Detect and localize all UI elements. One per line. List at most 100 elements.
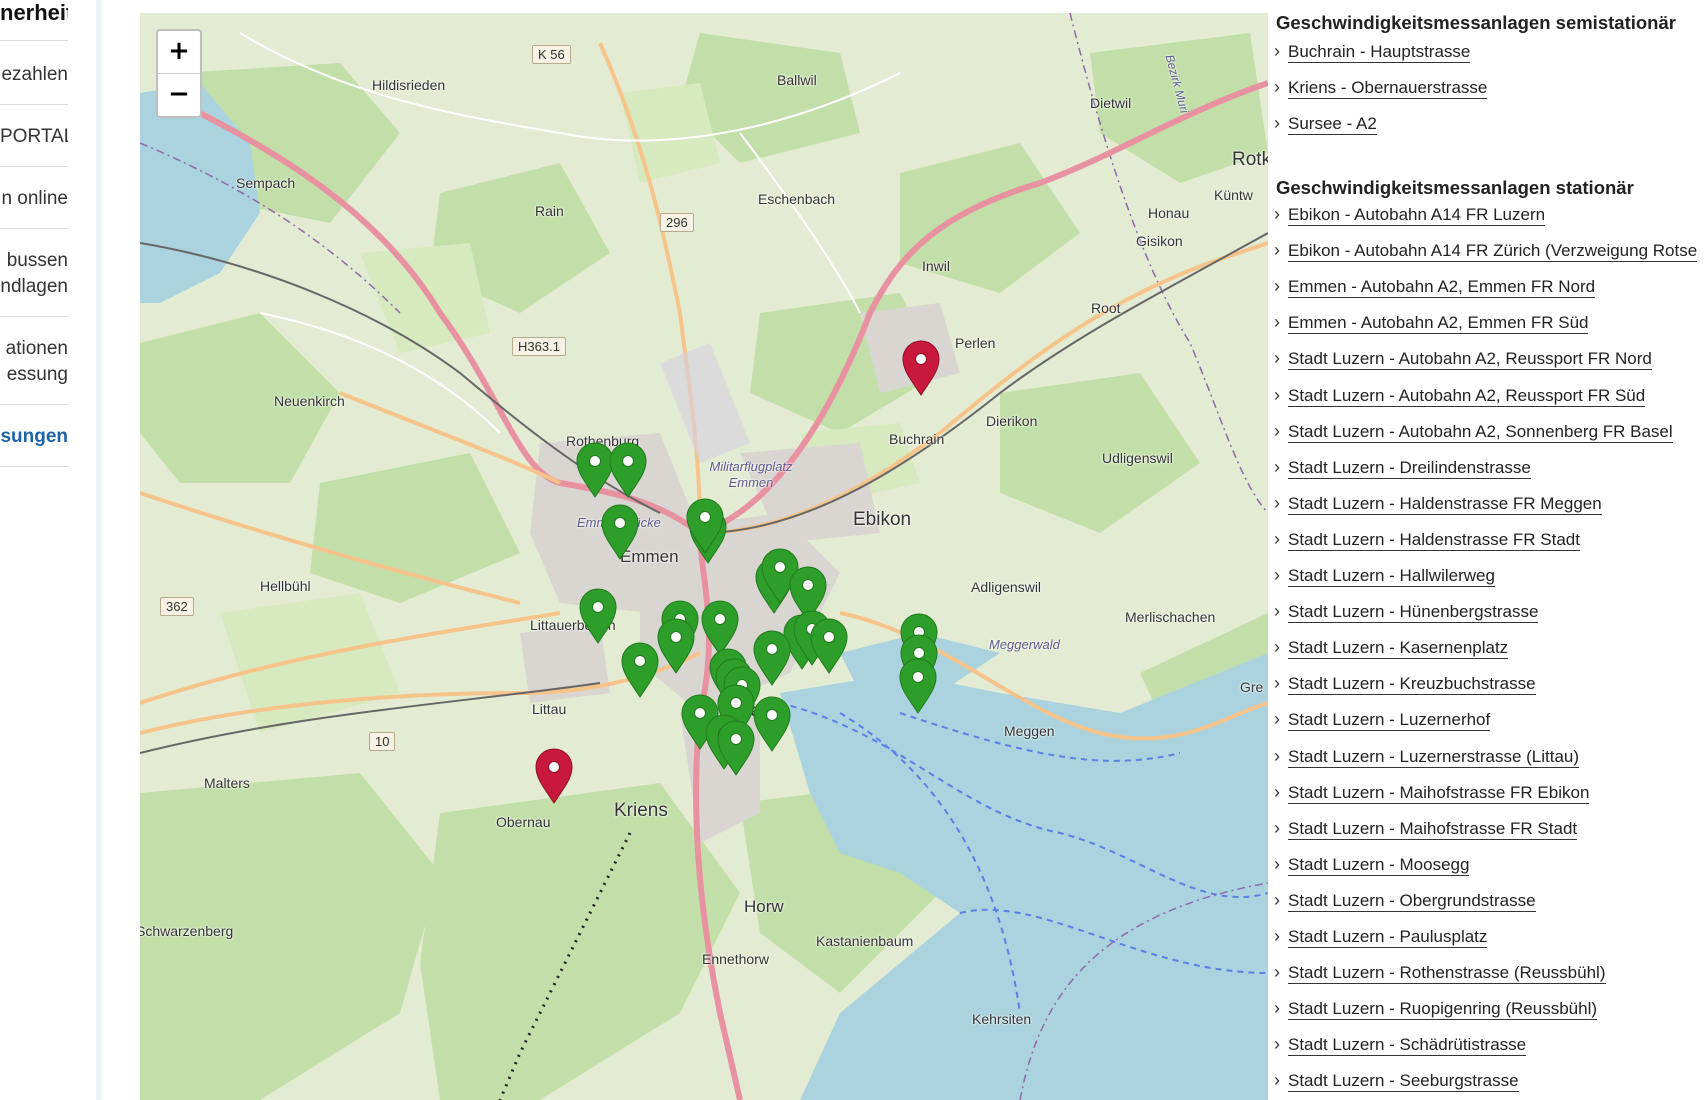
location-link[interactable]: Stadt Luzern - Luzernerhof: [1288, 710, 1491, 732]
place-label: Kastanienbaum: [816, 933, 914, 949]
place-label: Buchrain: [889, 431, 945, 447]
chevron-right-icon: ›: [1274, 926, 1280, 946]
nav-item-bussen[interactable]: bussen ndlagen: [0, 248, 68, 300]
list-item[interactable]: › Stadt Luzern - Maihofstrasse FR Ebikon: [1274, 781, 1590, 804]
chevron-right-icon: ›: [1274, 348, 1280, 369]
location-link[interactable]: Stadt Luzern - Haldenstrasse FR Stadt: [1288, 529, 1580, 551]
location-link[interactable]: Stadt Luzern - Ruopigenring (Reussbühl): [1288, 999, 1598, 1021]
location-link[interactable]: Sursee - A2: [1288, 114, 1377, 135]
location-link[interactable]: Stadt Luzern - Maihofstrasse FR Ebikon: [1288, 782, 1590, 804]
list-item[interactable]: › Stadt Luzern - Schädrütistrasse: [1274, 1034, 1527, 1057]
list-item[interactable]: › Stadt Luzern - Luzernerstrasse (Littau): [1274, 745, 1580, 768]
chevron-right-icon: ›: [1274, 889, 1280, 910]
place-label: Dietwil: [1090, 95, 1132, 111]
map[interactable]: + − Hildisrieden Ballwil Dietwil Sempach…: [140, 13, 1268, 1100]
chevron-right-icon: ›: [1274, 781, 1280, 802]
list-item[interactable]: › Stadt Luzern - Hünenbergstrasse: [1274, 601, 1539, 624]
location-link[interactable]: Stadt Luzern - Luzernerstrasse (Littau): [1288, 746, 1580, 768]
airfield-label: Militarflugplatz Emmen: [709, 459, 793, 490]
list-item[interactable]: › Ebikon - Autobahn A14 FR Zürich (Verzwe…: [1274, 240, 1698, 263]
location-link[interactable]: Emmen - Autobahn A2, Emmen FR Nord: [1288, 277, 1596, 299]
list-item[interactable]: › Emmen - Autobahn A2, Emmen FR Nord: [1274, 276, 1596, 299]
nav-item-zahlen[interactable]: ezahlen: [0, 62, 68, 88]
nav-item-active[interactable]: sungen: [0, 424, 68, 450]
location-link[interactable]: Stadt Luzern - Seeburgstrasse: [1288, 1071, 1519, 1093]
location-link[interactable]: Ebikon - Autobahn A14 FR Luzern: [1288, 205, 1546, 226]
heading-semistationaer: Geschwindigkeitsmessanlagen semistationä…: [1276, 12, 1676, 33]
list-item[interactable]: › Buchrain - Hauptstrasse: [1274, 41, 1471, 63]
location-link[interactable]: Stadt Luzern - Dreilindenstrasse: [1288, 457, 1531, 479]
location-link[interactable]: Kriens - Obernauerstrasse: [1288, 78, 1488, 99]
location-link[interactable]: Stadt Luzern - Schädrütistrasse: [1288, 1035, 1527, 1057]
list-item[interactable]: › Stadt Luzern - Dreilindenstrasse: [1274, 457, 1531, 479]
list-item[interactable]: › Stadt Luzern - Autobahn A2, Sonnenberg …: [1274, 421, 1673, 443]
place-label: Perlen: [955, 335, 996, 351]
list-item[interactable]: › Stadt Luzern - Luzernerhof: [1274, 709, 1491, 732]
location-link[interactable]: Stadt Luzern - Hallwilerweg: [1288, 566, 1495, 587]
zoom-in-button[interactable]: +: [158, 31, 200, 73]
chevron-right-icon: ›: [1274, 637, 1280, 658]
nav-item-portal[interactable]: PORTAL: [0, 124, 68, 150]
list-item[interactable]: › Sursee - A2: [1274, 113, 1377, 135]
nav-divider: [0, 228, 68, 229]
location-link[interactable]: Stadt Luzern - Paulusplatz: [1288, 927, 1488, 948]
chevron-right-icon: ›: [1274, 601, 1280, 622]
place-label: Kehrsiten: [972, 1011, 1032, 1027]
chevron-right-icon: ›: [1274, 492, 1280, 513]
nav-item-sicherheit[interactable]: nerheit: [0, 0, 68, 26]
list-item[interactable]: › Stadt Luzern - Obergrundstrasse: [1274, 889, 1536, 912]
location-link[interactable]: Stadt Luzern - Obergrundstrasse: [1288, 890, 1536, 912]
chevron-right-icon: ›: [1274, 709, 1280, 730]
list-item[interactable]: › Emmen - Autobahn A2, Emmen FR Süd: [1274, 312, 1589, 335]
list-item[interactable]: › Stadt Luzern - Haldenstrasse FR Stadt: [1274, 529, 1580, 551]
road-shield: K 56: [532, 45, 571, 64]
chevron-right-icon: ›: [1274, 384, 1280, 405]
list-item[interactable]: › Stadt Luzern - Autobahn A2, Reussport F…: [1274, 384, 1646, 407]
list-item[interactable]: › Stadt Luzern - Hallwilerweg: [1274, 565, 1495, 587]
location-link[interactable]: Stadt Luzern - Autobahn A2, Reussport FR…: [1288, 349, 1652, 371]
location-link[interactable]: Buchrain - Hauptstrasse: [1288, 42, 1471, 63]
location-link[interactable]: Stadt Luzern - Autobahn A2, Reussport FR…: [1288, 385, 1646, 407]
list-item[interactable]: › Stadt Luzern - Maihofstrasse FR Stadt: [1274, 818, 1578, 840]
road-shield: 296: [660, 213, 694, 232]
road-shield: 10: [369, 732, 396, 751]
location-link[interactable]: Stadt Luzern - Moosegg: [1288, 854, 1470, 876]
chevron-right-icon: ›: [1274, 853, 1280, 874]
location-link[interactable]: Stadt Luzern - Kreuzbuchstrasse: [1288, 674, 1536, 696]
place-label: Rothenburg: [566, 433, 640, 449]
map-basemap: [140, 13, 1268, 1100]
location-link[interactable]: Stadt Luzern - Hünenbergstrasse: [1288, 602, 1539, 624]
place-label: Hellbühl: [260, 578, 311, 594]
chevron-right-icon: ›: [1274, 673, 1280, 694]
list-item[interactable]: › Stadt Luzern - Paulusplatz: [1274, 926, 1488, 948]
location-link[interactable]: Emmen - Autobahn A2, Emmen FR Süd: [1288, 313, 1589, 335]
list-item[interactable]: › Ebikon - Autobahn A14 FR Luzern: [1274, 204, 1546, 226]
list-item[interactable]: › Stadt Luzern - Rothenstrasse (Reussbühl…: [1274, 962, 1606, 985]
nav-divider: [0, 104, 68, 105]
list-item[interactable]: › Stadt Luzern - Moosegg: [1274, 853, 1470, 876]
list-item[interactable]: › Stadt Luzern - Haldenstrasse FR Meggen: [1274, 492, 1602, 515]
location-link[interactable]: Stadt Luzern - Autobahn A2, Sonnenberg F…: [1288, 421, 1673, 443]
place-label: Horw: [744, 897, 784, 916]
location-link[interactable]: Stadt Luzern - Rothenstrasse (Reussbühl): [1288, 963, 1606, 985]
nav-item-messung[interactable]: ationen essung: [0, 336, 68, 388]
chevron-right-icon: ›: [1274, 962, 1280, 983]
location-link[interactable]: Stadt Luzern - Kasernenplatz: [1288, 638, 1509, 660]
list-item[interactable]: › Kriens - Obernauerstrasse: [1274, 77, 1488, 99]
chevron-right-icon: ›: [1274, 745, 1280, 766]
chevron-right-icon: ›: [1274, 113, 1280, 133]
location-link[interactable]: Ebikon - Autobahn A14 FR Zürich (Verzwei…: [1288, 241, 1698, 263]
list-item[interactable]: › Stadt Luzern - Kreuzbuchstrasse: [1274, 673, 1536, 696]
list-item[interactable]: › Stadt Luzern - Autobahn A2, Reussport F…: [1274, 348, 1652, 371]
list-item[interactable]: › Stadt Luzern - Ruopigenring (Reussbühl): [1274, 998, 1598, 1021]
location-link[interactable]: Stadt Luzern - Maihofstrasse FR Stadt: [1288, 818, 1578, 840]
chevron-right-icon: ›: [1274, 1070, 1280, 1091]
chevron-right-icon: ›: [1274, 41, 1280, 61]
list-item[interactable]: › Stadt Luzern - Seeburgstrasse: [1274, 1070, 1519, 1093]
zoom-out-button[interactable]: −: [158, 73, 200, 116]
list-item[interactable]: › Stadt Luzern - Kasernenplatz: [1274, 637, 1509, 660]
place-label: Adligenswil: [971, 579, 1042, 595]
location-link[interactable]: Stadt Luzern - Haldenstrasse FR Meggen: [1288, 493, 1602, 515]
nav-item-online[interactable]: n online: [0, 186, 68, 212]
place-label: Root: [1091, 300, 1121, 316]
